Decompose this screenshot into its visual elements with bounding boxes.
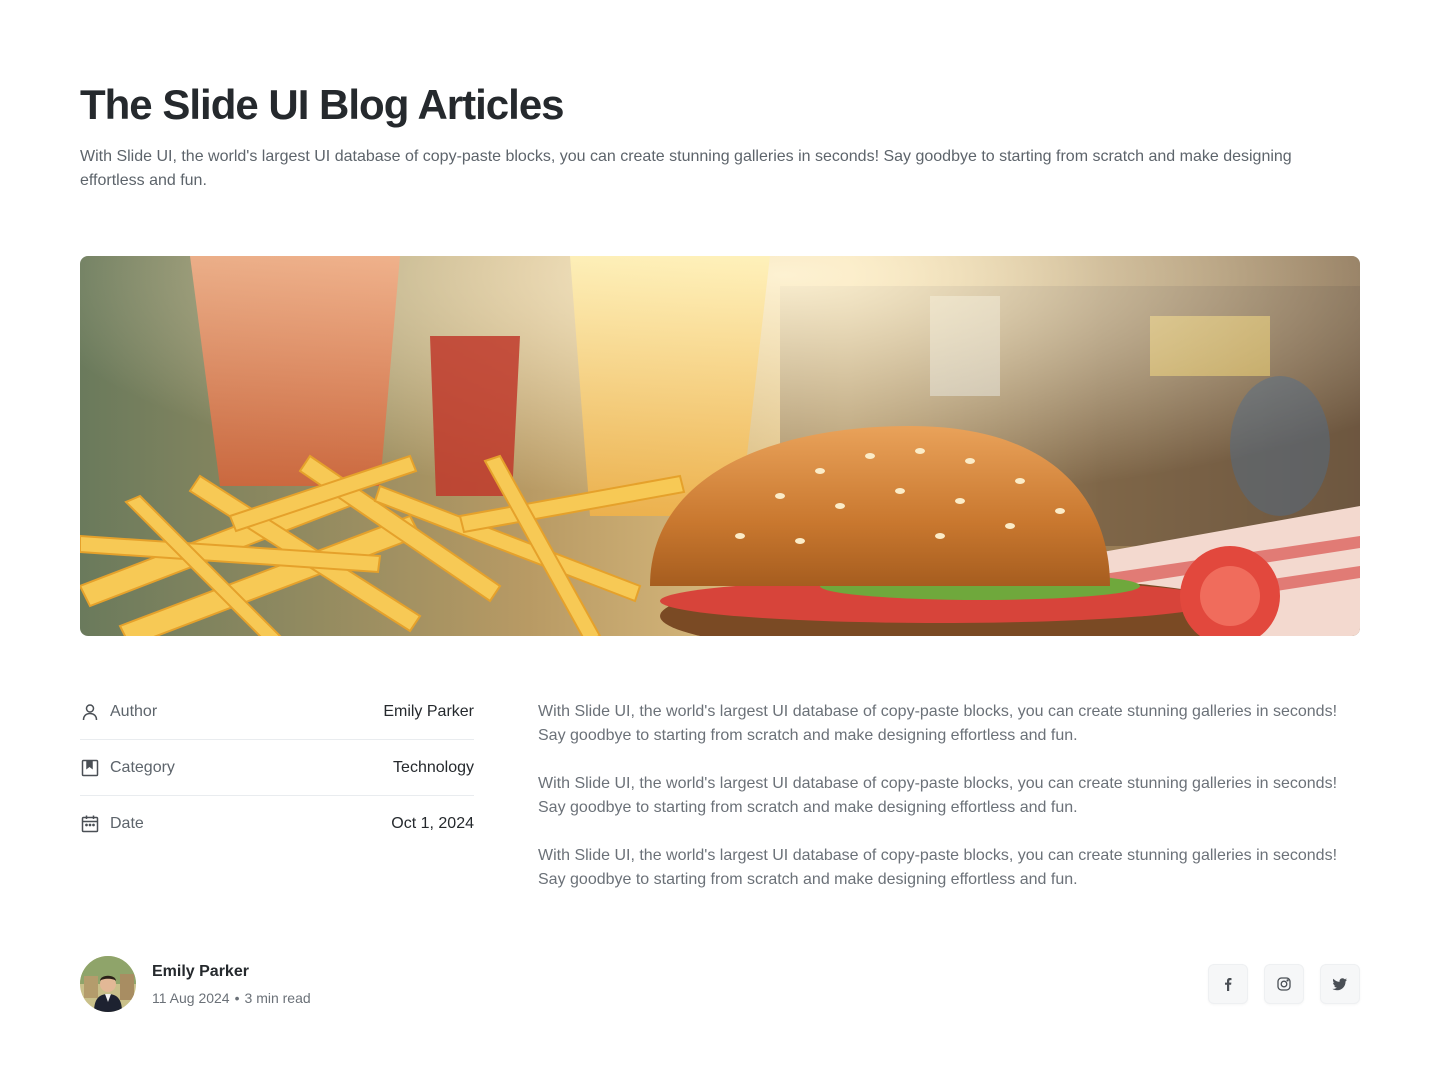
- body-paragraph: With Slide UI, the world's largest UI da…: [538, 847, 1338, 888]
- body-paragraph: With Slide UI, the world's largest UI da…: [538, 775, 1338, 816]
- article-meta: Author Emily Parker Category Technology: [80, 684, 474, 852]
- author-card: Emily Parker 11 Aug 2024 • 3 min read: [80, 956, 311, 1012]
- author-meta: 11 Aug 2024 • 3 min read: [152, 989, 311, 1007]
- instagram-icon: [1277, 977, 1291, 991]
- hero-image: [80, 256, 1360, 636]
- read-time: 3 min read: [244, 990, 311, 1006]
- article-body: With Slide UI, the world's largest UI da…: [538, 700, 1338, 916]
- bookmark-icon: [80, 758, 100, 778]
- category-label: Category: [110, 758, 175, 776]
- author-name: Emily Parker: [152, 963, 249, 980]
- page-description: With Slide UI, the world's largest UI da…: [80, 148, 1292, 189]
- social-links: [1208, 964, 1360, 1004]
- twitter-button[interactable]: [1320, 964, 1360, 1004]
- publish-date: 11 Aug 2024: [152, 990, 230, 1006]
- facebook-icon: [1225, 978, 1232, 991]
- calendar-icon: [80, 814, 100, 834]
- separator-dot: •: [234, 990, 240, 1006]
- user-icon: [80, 702, 100, 722]
- meta-row-date: Date Oct 1, 2024: [80, 796, 474, 852]
- avatar[interactable]: [80, 956, 136, 1012]
- date-value: Oct 1, 2024: [391, 815, 474, 832]
- facebook-button[interactable]: [1208, 964, 1248, 1004]
- date-label: Date: [110, 815, 144, 832]
- page-title: The Slide UI Blog Articles: [80, 81, 565, 128]
- author-label: Author: [110, 702, 158, 720]
- body-paragraph: With Slide UI, the world's largest UI da…: [538, 703, 1338, 744]
- meta-row-author: Author Emily Parker: [80, 684, 474, 740]
- category-value: Technology: [393, 758, 474, 776]
- meta-row-category: Category Technology: [80, 740, 474, 796]
- twitter-icon: [1332, 978, 1347, 991]
- instagram-button[interactable]: [1264, 964, 1304, 1004]
- author-value: Emily Parker: [383, 702, 474, 720]
